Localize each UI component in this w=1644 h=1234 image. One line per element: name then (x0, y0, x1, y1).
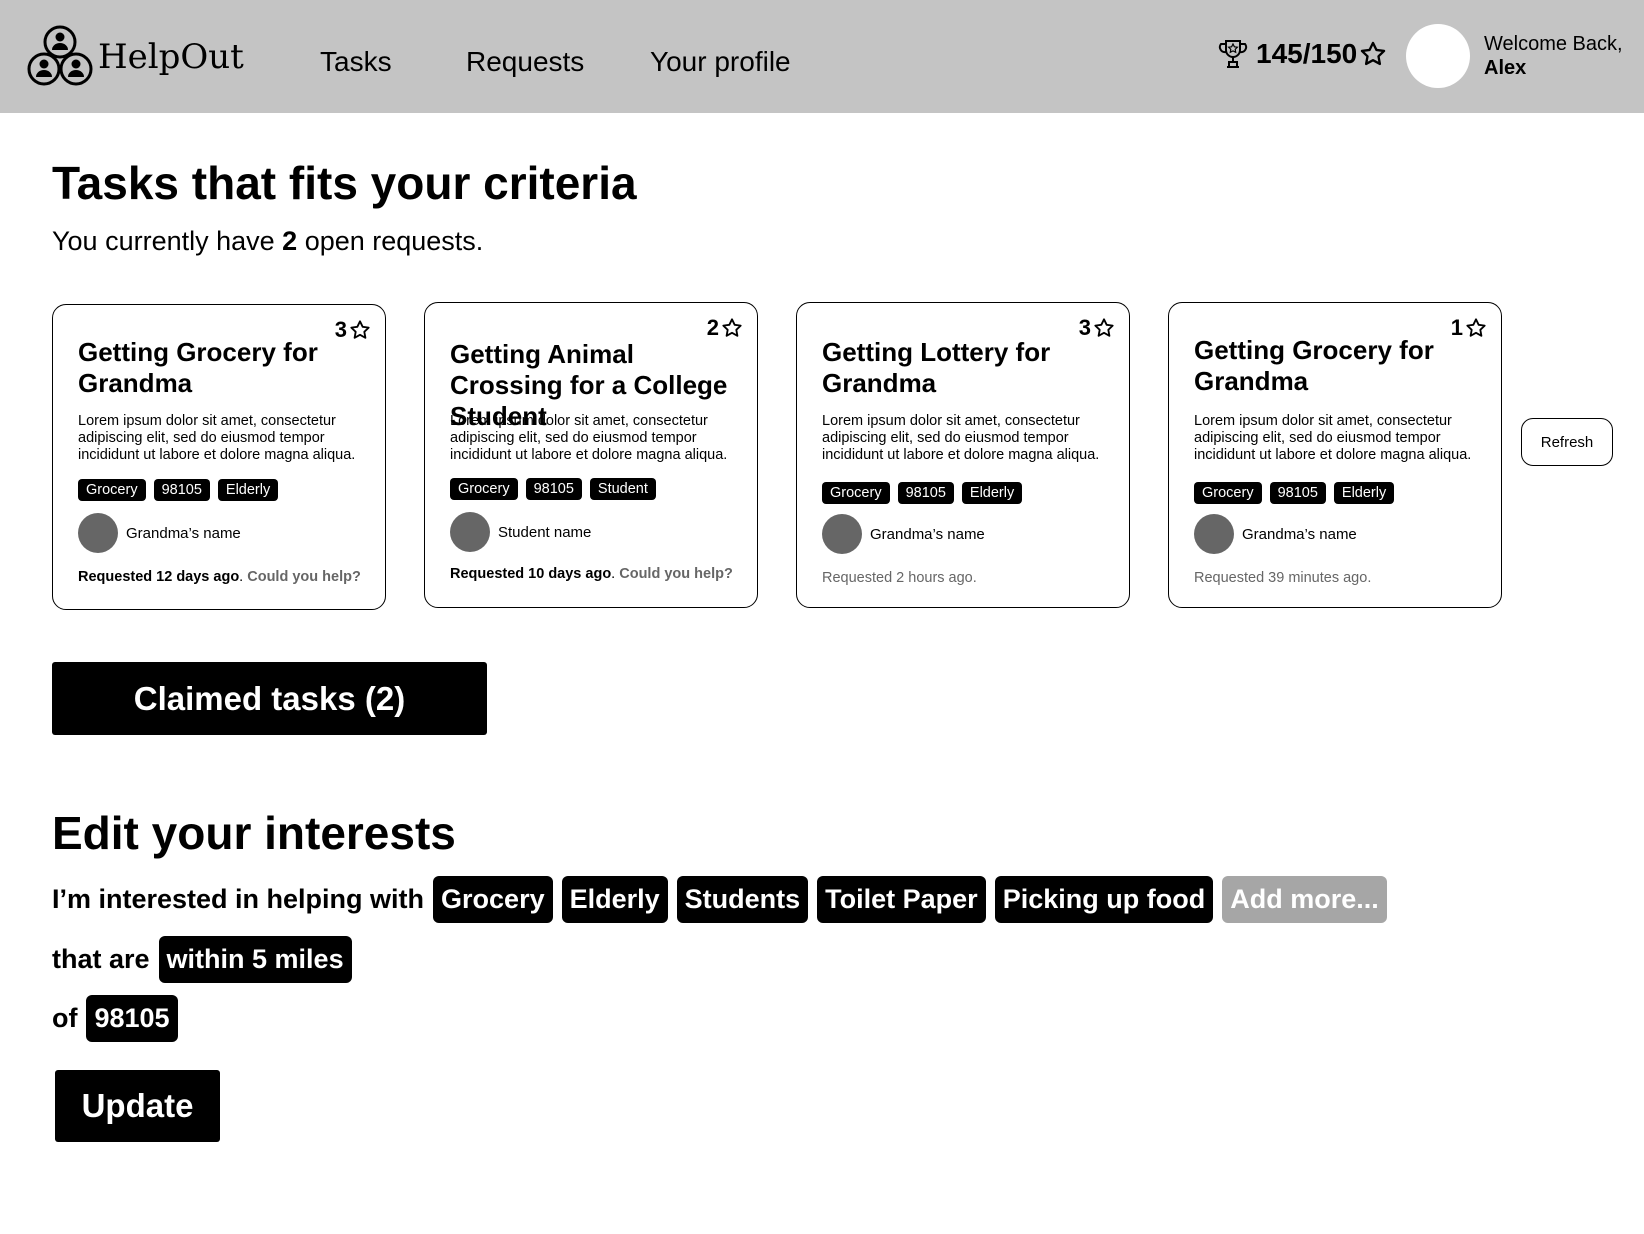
nav-requests[interactable]: Requests (466, 46, 584, 78)
interest-chip-grocery[interactable]: Grocery (433, 876, 553, 923)
card-requester: Grandma’s name (78, 513, 241, 553)
open-requests-count: 2 (282, 226, 298, 256)
tag: 98105 (1269, 482, 1326, 504)
card-star-count: 2 (706, 315, 719, 340)
zip-chip[interactable]: 98105 (86, 995, 178, 1042)
refresh-button[interactable]: Refresh (1521, 418, 1613, 466)
claimed-tasks-button[interactable]: Claimed tasks (2) (52, 662, 487, 735)
requester-name: Grandma’s name (126, 524, 241, 542)
requester-avatar (450, 512, 490, 552)
user-avatar[interactable] (1406, 24, 1470, 88)
add-more-button[interactable]: Add more... (1222, 876, 1387, 923)
requester-name: Grandma’s name (1242, 525, 1357, 543)
interest-chip-picking-up-food[interactable]: Picking up food (994, 876, 1214, 923)
requested-time-text: Requested 12 days ago (78, 569, 240, 585)
open-requests-text: You currently have 2 open requests. (52, 226, 483, 257)
task-card[interactable]: 2 Getting Animal Crossing for a College … (424, 302, 758, 608)
card-title: Getting Lottery for Grandma (822, 337, 1051, 398)
zip-label: of (52, 1003, 78, 1033)
interests-heading: Edit your interests (52, 807, 456, 859)
requester-avatar (822, 514, 862, 554)
interests-line: I’m interested in helping with Grocery E… (52, 876, 1387, 923)
card-requested-time: Requested 2 hours ago. (822, 570, 977, 586)
distance-label: that are (52, 944, 150, 974)
tag: Student (589, 478, 656, 500)
logo[interactable]: HelpOut (26, 25, 244, 89)
card-title: Getting Grocery for Grandma (78, 337, 318, 398)
card-requested-time: Requested 39 minutes ago. (1194, 570, 1371, 586)
tag: 98105 (897, 482, 954, 504)
tag: 98105 (153, 479, 210, 501)
trophy-icon (1218, 40, 1248, 68)
tag: Grocery (450, 478, 518, 500)
tag: Elderly (1333, 482, 1395, 504)
card-stars: 2 (707, 315, 743, 341)
star-icon (722, 318, 742, 337)
card-requester: Grandma’s name (1194, 514, 1357, 554)
interest-chip-toilet-paper[interactable]: Toilet Paper (817, 876, 986, 923)
interest-chip-students[interactable]: Students (676, 876, 809, 923)
tasks-heading: Tasks that fits your criteria (52, 157, 637, 209)
card-description: Lorem ipsum dolor sit amet, consectetur … (450, 413, 728, 463)
card-requested-time: Requested 12 days ago. Could you help? (78, 569, 361, 585)
top-bar: HelpOut Tasks Requests Your profile 145/… (0, 0, 1644, 113)
welcome-text: Welcome Back, (1484, 33, 1623, 55)
card-title: Getting Grocery for Grandma (1194, 335, 1434, 396)
task-card[interactable]: 3 Getting Grocery for Grandma Lorem ipsu… (52, 304, 386, 610)
open-requests-prefix: You currently have (52, 226, 283, 256)
card-tags: Grocery 98105 Elderly (78, 479, 279, 501)
requester-avatar (78, 513, 118, 553)
requester-name: Grandma’s name (870, 525, 985, 543)
nav-tasks[interactable]: Tasks (320, 46, 392, 78)
tag: Grocery (822, 482, 890, 504)
nav-your-profile[interactable]: Your profile (650, 46, 791, 78)
tag: Grocery (78, 479, 146, 501)
task-card[interactable]: 1 Getting Grocery for Grandma Lorem ipsu… (1168, 302, 1502, 608)
score-display: 145/150 (1218, 38, 1387, 70)
requested-time-text: Requested 2 hours ago. (822, 570, 977, 586)
requester-avatar (1194, 514, 1234, 554)
star-icon (1360, 41, 1386, 66)
tag: Elderly (217, 479, 279, 501)
requester-name: Student name (498, 523, 592, 541)
card-tags: Grocery 98105 Elderly (822, 482, 1023, 504)
score-value: 145/150 (1256, 38, 1358, 69)
distance-chip[interactable]: within 5 miles (158, 936, 352, 983)
distance-line: that are within 5 miles (52, 936, 352, 983)
card-requester: Grandma’s name (822, 514, 985, 554)
tag: Grocery (1194, 482, 1262, 504)
interest-chip-elderly[interactable]: Elderly (561, 876, 668, 923)
open-requests-suffix: open requests. (297, 226, 484, 256)
user-name: Alex (1484, 57, 1527, 79)
card-description: Lorem ipsum dolor sit amet, consectetur … (78, 413, 356, 463)
tag: Elderly (961, 482, 1023, 504)
star-icon (1094, 318, 1114, 337)
card-tags: Grocery 98105 Elderly (1194, 482, 1395, 504)
welcome-message: Welcome Back, Alex (1484, 32, 1623, 80)
logo-text: HelpOut (98, 37, 244, 77)
zip-line: of 98105 (52, 995, 178, 1042)
requested-time-text: Requested 39 minutes ago. (1194, 570, 1372, 586)
card-tags: Grocery 98105 Student (450, 478, 656, 500)
update-button[interactable]: Update (55, 1070, 220, 1142)
card-requested-time: Requested 10 days ago. Could you help? (450, 566, 733, 582)
card-requester: Student name (450, 512, 591, 552)
helpout-logo-icon (27, 25, 93, 86)
task-card[interactable]: 3 Getting Lottery for Grandma Lorem ipsu… (796, 302, 1130, 608)
card-description: Lorem ipsum dolor sit amet, consectetur … (1194, 413, 1472, 463)
card-description: Lorem ipsum dolor sit amet, consectetur … (822, 413, 1100, 463)
could-you-help-link[interactable]: Could you help? (247, 569, 361, 585)
requested-time-text: Requested 10 days ago (450, 566, 612, 582)
could-you-help-link[interactable]: Could you help? (619, 566, 733, 582)
interests-label: I’m interested in helping with (52, 884, 425, 914)
tag: 98105 (525, 478, 582, 500)
